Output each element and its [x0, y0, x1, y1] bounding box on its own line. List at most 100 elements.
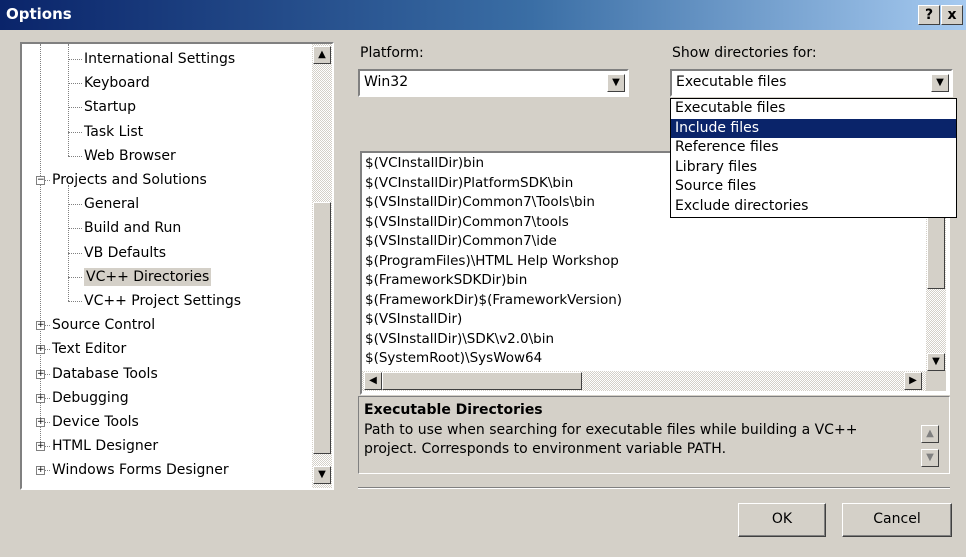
- description-panel: Executable Directories Path to use when …: [358, 396, 950, 474]
- help-button[interactable]: ?: [918, 5, 940, 25]
- scroll-corner: [926, 371, 946, 391]
- tree-guide-line: [68, 155, 82, 157]
- dropdown-option[interactable]: Library files: [671, 158, 956, 178]
- tree-item[interactable]: Task List: [84, 120, 143, 144]
- tree-item-label: Startup: [84, 99, 136, 116]
- scroll-down-button[interactable]: ▼: [927, 353, 945, 371]
- directory-entry[interactable]: $(VSInstallDir)\SDK\v2.0\bin: [365, 330, 921, 350]
- window-title: Options: [6, 5, 72, 23]
- scroll-left-button[interactable]: ◀: [364, 372, 382, 390]
- directory-entry[interactable]: $(SystemRoot)\SysWow64: [365, 349, 921, 368]
- tree-item-label: Windows Forms Designer: [52, 462, 229, 479]
- tree-item-label: HTML Designer: [52, 438, 159, 455]
- tree-item[interactable]: Device Tools: [52, 410, 139, 434]
- expand-icon[interactable]: +: [36, 345, 45, 355]
- tree-item-label: Build and Run: [84, 220, 182, 237]
- scroll-right-button[interactable]: ▶: [904, 372, 922, 390]
- platform-combo[interactable]: Win32 ▼: [358, 69, 629, 97]
- tree-scroll-thumb[interactable]: [313, 202, 331, 454]
- tree-item[interactable]: Source Control: [52, 313, 155, 337]
- dropdown-option[interactable]: Reference files: [671, 138, 956, 158]
- tree-item-label: Task List: [84, 123, 144, 140]
- separator: [358, 487, 950, 489]
- tree-scroll-up-button[interactable]: ▲: [313, 46, 331, 64]
- collapse-icon[interactable]: −: [36, 176, 45, 185]
- tree-item[interactable]: Build and Run: [84, 216, 181, 240]
- directory-entry[interactable]: $(FrameworkSDKDir)bin: [365, 271, 921, 291]
- tree-item-label: Source Control: [52, 317, 156, 334]
- tree-item[interactable]: Startup: [84, 95, 136, 119]
- tree-scroll-down-button[interactable]: ▼: [313, 466, 331, 484]
- tree-guide-line: [68, 83, 82, 85]
- tree-item-label: General: [84, 196, 140, 213]
- directory-entry[interactable]: $(ProgramFiles)\HTML Help Workshop: [365, 252, 921, 272]
- dropdown-option[interactable]: Source files: [671, 177, 956, 197]
- directories-hscroll-thumb[interactable]: [382, 372, 582, 390]
- tree-item-label: VC++ Directories: [84, 267, 212, 286]
- dropdown-option[interactable]: Executable files: [671, 99, 956, 119]
- tree-item[interactable]: Web Browser: [84, 144, 176, 168]
- directories-vscroll-thumb[interactable]: [927, 211, 945, 289]
- description-text: Path to use when searching for executabl…: [364, 422, 858, 457]
- show-dirs-label: Show directories for:: [672, 45, 817, 61]
- directory-entry[interactable]: $(VSInstallDir)Common7\ide: [365, 232, 921, 252]
- show-dirs-dropdown[interactable]: Executable files Include files Reference f…: [670, 98, 957, 218]
- expand-icon[interactable]: +: [36, 393, 45, 403]
- show-dirs-value: Executable files: [676, 74, 787, 90]
- tree-item-label: Database Tools: [52, 365, 158, 382]
- tree-item-label: Projects and Solutions: [52, 172, 207, 188]
- directory-entry[interactable]: $(FrameworkDir)$(FrameworkVersion): [365, 291, 921, 311]
- platform-label: Platform:: [360, 45, 424, 61]
- description-scroll-down-button[interactable]: ▼: [921, 449, 939, 467]
- tree-item-label: VB Defaults: [84, 244, 167, 261]
- expand-icon[interactable]: +: [36, 321, 45, 331]
- tree-item[interactable]: Debugging: [52, 386, 129, 410]
- show-dirs-combo[interactable]: Executable files ▼: [670, 69, 953, 97]
- expand-icon[interactable]: +: [36, 418, 45, 427]
- platform-value: Win32: [364, 74, 409, 90]
- description-title: Executable Directories: [364, 402, 543, 418]
- tree-item[interactable]: Text Editor: [52, 337, 126, 361]
- tree-item-label: Web Browser: [84, 147, 176, 164]
- tree-item[interactable]: HTML Designer: [52, 434, 158, 458]
- tree-item-label: Text Editor: [52, 341, 127, 358]
- directory-entry[interactable]: $(VSInstallDir): [365, 310, 921, 330]
- options-tree[interactable]: International Settings Keyboard Startup Tas…: [20, 42, 334, 490]
- expand-icon[interactable]: +: [36, 442, 45, 452]
- tree-guide-line: [68, 252, 82, 254]
- description-scroll-up-button[interactable]: ▲: [921, 425, 939, 443]
- tree-item[interactable]: General: [84, 192, 139, 216]
- expand-icon[interactable]: +: [36, 466, 45, 476]
- tree-item-label: Keyboard: [84, 75, 150, 92]
- tree-guide-line: [68, 185, 69, 301]
- tree-guide-line: [40, 44, 41, 447]
- tree-item-label: Device Tools: [52, 414, 139, 430]
- tree-item[interactable]: Windows Forms Designer: [52, 458, 229, 482]
- tree-item[interactable]: VB Defaults: [84, 241, 166, 265]
- tree-item[interactable]: International Settings: [84, 47, 235, 71]
- chevron-down-icon[interactable]: ▼: [931, 74, 949, 92]
- tree-item-label: VC++ Project Settings: [84, 293, 242, 309]
- tree-guide-line: [68, 44, 69, 156]
- chevron-down-icon[interactable]: ▼: [607, 74, 625, 92]
- tree-guide-line: [68, 301, 82, 302]
- tree-guide-line: [68, 276, 82, 278]
- ok-button[interactable]: OK: [738, 503, 826, 537]
- tree-item[interactable]: VC++ Project Settings: [84, 289, 241, 313]
- tree-guide-line: [68, 204, 82, 206]
- tree-item[interactable]: Projects and Solutions: [52, 168, 207, 192]
- tree-item[interactable]: VC++ Directories: [84, 265, 212, 289]
- close-button[interactable]: x: [941, 5, 963, 25]
- dropdown-option[interactable]: Exclude directories: [671, 197, 956, 217]
- tree-guide-line: [68, 228, 82, 230]
- tree-item[interactable]: Keyboard: [84, 71, 150, 95]
- title-bar: Options ? x: [0, 0, 966, 30]
- dropdown-option[interactable]: Include files: [671, 118, 956, 138]
- tree-item[interactable]: Database Tools: [52, 362, 158, 386]
- tree-guide-line: [68, 107, 82, 109]
- tree-guide-line: [68, 59, 82, 60]
- tree-guide-line: [68, 131, 82, 133]
- tree-item-label: Debugging: [52, 389, 129, 406]
- cancel-button[interactable]: Cancel: [842, 503, 952, 537]
- expand-icon[interactable]: +: [36, 369, 45, 379]
